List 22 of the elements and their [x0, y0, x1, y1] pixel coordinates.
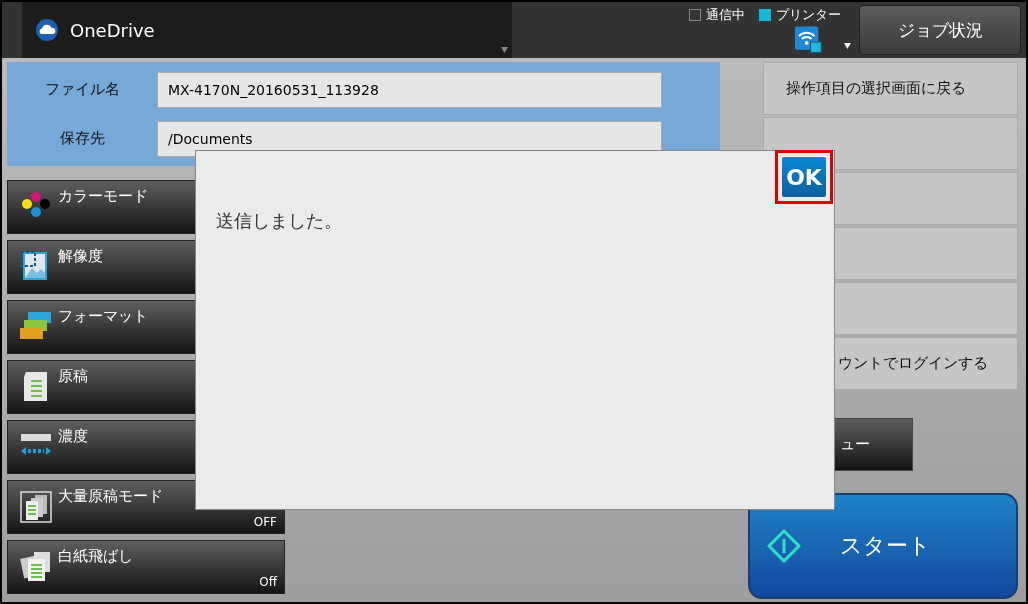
- document-stack-icon: [20, 491, 52, 523]
- dropdown-arrow-icon: [501, 47, 508, 53]
- dropdown-arrow-icon: [844, 43, 851, 49]
- app-name: OneDrive: [70, 19, 155, 41]
- menu-item[interactable]: 操作項目の選択画面に戻る: [763, 62, 1018, 115]
- app-tab[interactable]: OneDrive: [22, 2, 512, 58]
- field-label: ファイル名: [43, 80, 121, 99]
- pages-icon: [20, 551, 52, 583]
- status-label: 通信中: [706, 6, 745, 24]
- job-status-button[interactable]: ジョブ状況: [859, 5, 1021, 55]
- start-button[interactable]: スタート: [748, 493, 1018, 599]
- setting-value: OFF: [253, 515, 277, 529]
- cloud-icon: [36, 19, 58, 41]
- menu-item[interactable]: [763, 117, 1018, 170]
- wifi-icon: [795, 26, 823, 54]
- field-label: 保存先: [58, 129, 106, 148]
- setting-value: Off: [259, 575, 277, 589]
- start-icon: [767, 529, 801, 563]
- status-label: プリンター: [776, 6, 841, 24]
- text-field[interactable]: MX-4170N_20160531_113928: [157, 71, 662, 108]
- ok-button[interactable]: OK: [782, 157, 826, 197]
- setting-button[interactable]: 白紙飛ばし Off: [7, 540, 285, 594]
